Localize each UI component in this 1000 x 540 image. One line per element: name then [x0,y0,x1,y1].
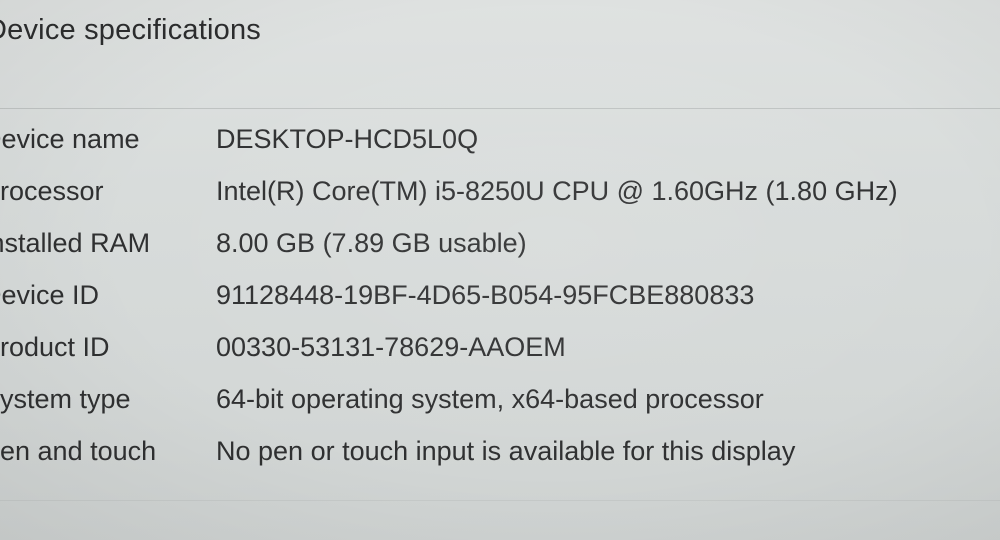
device-specifications-panel: Device specifications Device name DESKTO… [0,0,1000,540]
spec-label: Installed RAM [0,228,151,258]
spec-row-system-type: System type 64-bit operating system, x64… [0,380,1000,432]
spec-label: System type [0,384,131,414]
spec-value[interactable]: 8.00 GB (7.89 GB usable) [216,228,527,259]
spec-row-installed-ram: Installed RAM 8.00 GB (7.89 GB usable) [0,224,1000,276]
section-title: Device specifications [0,14,261,46]
spec-row-pen-and-touch: Pen and touch No pen or touch input is a… [0,432,1000,484]
spec-value[interactable]: DESKTOP-HCD5L0Q [216,124,478,155]
bottom-divider [0,500,1000,501]
spec-label: Pen and touch [0,436,157,466]
spec-row-device-id: Device ID 91128448-19BF-4D65-B054-95FCBE… [0,276,1000,328]
spec-label: Processor [0,176,104,206]
spec-list: Device name DESKTOP-HCD5L0Q Processor In… [0,120,1000,484]
spec-value[interactable]: Intel(R) Core(TM) i5-8250U CPU @ 1.60GHz… [216,176,898,207]
section-divider [0,108,1000,109]
spec-row-product-id: Product ID 00330-53131-78629-AAOEM [0,328,1000,380]
spec-label: Device name [0,124,140,154]
spec-row-processor: Processor Intel(R) Core(TM) i5-8250U CPU… [0,172,1000,224]
spec-label: Product ID [0,332,110,362]
spec-row-device-name: Device name DESKTOP-HCD5L0Q [0,120,1000,172]
spec-value[interactable]: 64-bit operating system, x64-based proce… [216,384,764,415]
spec-label: Device ID [0,280,100,310]
spec-value[interactable]: No pen or touch input is available for t… [216,436,795,467]
spec-value[interactable]: 00330-53131-78629-AAOEM [216,332,566,363]
spec-value[interactable]: 91128448-19BF-4D65-B054-95FCBE880833 [216,280,754,311]
